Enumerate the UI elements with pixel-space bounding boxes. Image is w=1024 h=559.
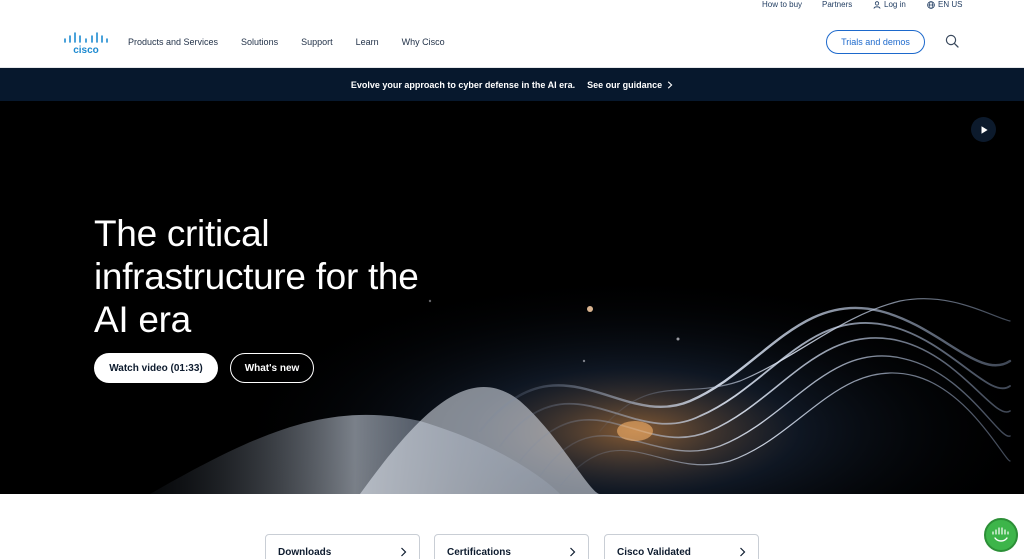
cisco-logo-mark: cisco [64, 32, 108, 56]
hero-headline: The critical infrastructure for the AI e… [94, 213, 419, 340]
main-header: cisco Products and Services Solutions Su… [0, 10, 1024, 68]
chevron-right-icon [667, 80, 673, 89]
cisco-logo[interactable]: cisco [62, 29, 110, 56]
card-downloads[interactable]: Downloads [265, 534, 420, 559]
globe-icon [927, 0, 935, 9]
chevron-right-icon [401, 547, 407, 557]
how-to-buy-link[interactable]: How to buy [762, 0, 802, 9]
announcement-banner: Evolve your approach to cyber defense in… [0, 68, 1024, 101]
whats-new-button[interactable]: What's new [230, 353, 314, 383]
see-our-guidance-link[interactable]: See our guidance [587, 80, 673, 90]
log-in-link[interactable]: Log in [873, 0, 906, 9]
quick-link-cards: Downloads Certifications Cisco Validated [0, 534, 1024, 559]
hero-section: The critical infrastructure for the AI e… [0, 101, 1024, 494]
search-icon[interactable] [945, 34, 959, 48]
nav-products-and-services[interactable]: Products and Services [128, 37, 218, 47]
chat-assistant-icon[interactable] [984, 518, 1018, 552]
nav-why-cisco[interactable]: Why Cisco [402, 37, 445, 47]
partners-link[interactable]: Partners [822, 0, 852, 9]
utility-bar: How to buy Partners Log in EN US [0, 0, 1024, 10]
banner-message: Evolve your approach to cyber defense in… [350, 79, 576, 90]
chevron-right-icon [570, 547, 576, 557]
nav-support[interactable]: Support [301, 37, 333, 47]
nav-learn[interactable]: Learn [356, 37, 379, 47]
play-video-icon[interactable] [971, 117, 996, 142]
trials-and-demos-button[interactable]: Trials and demos [826, 30, 925, 54]
primary-nav: Products and Services Solutions Support … [128, 37, 468, 47]
watch-video-button[interactable]: Watch video (01:33) [94, 353, 218, 383]
chat-bot-face-icon [992, 527, 1009, 542]
user-icon [873, 0, 881, 9]
language-selector[interactable]: EN US [927, 0, 962, 9]
chevron-right-icon [740, 547, 746, 557]
card-cisco-validated[interactable]: Cisco Validated [604, 534, 759, 559]
card-certifications[interactable]: Certifications [434, 534, 589, 559]
nav-solutions[interactable]: Solutions [241, 37, 278, 47]
svg-text:cisco: cisco [73, 45, 99, 55]
